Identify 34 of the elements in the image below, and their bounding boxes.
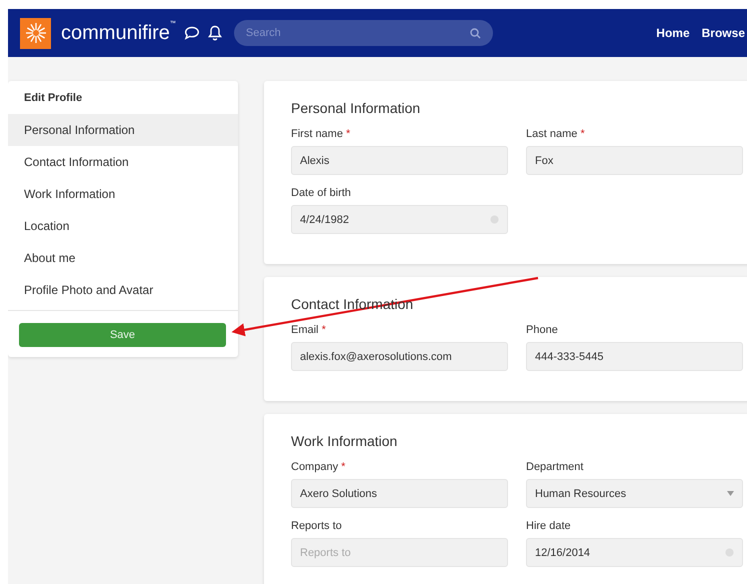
section-title: Personal Information <box>291 100 420 116</box>
field-label: Phone <box>526 324 559 336</box>
nav-link[interactable]: Home <box>656 26 690 40</box>
input-field[interactable]: 444-333-5445 <box>526 342 743 371</box>
input-field[interactable]: Alexis <box>291 146 508 175</box>
field-label: Email * <box>291 324 327 336</box>
input-field[interactable]: 4/24/1982 <box>291 205 508 234</box>
logo-icon[interactable] <box>20 18 51 48</box>
field-label: Hire date <box>526 520 572 532</box>
sidebar-item[interactable]: Profile Photo and Avatar <box>8 274 238 306</box>
sidebar-item[interactable]: Work Information <box>8 178 238 210</box>
section-title: Work Information <box>291 433 398 449</box>
caret-icon <box>727 491 734 496</box>
field-label: Department <box>526 461 584 473</box>
field-label: Date of birth <box>291 187 352 199</box>
field-label: Company * <box>291 461 346 473</box>
chat-icon[interactable] <box>184 26 200 40</box>
bell-icon[interactable] <box>208 25 222 41</box>
sidebar-title: Edit Profile <box>23 91 84 106</box>
input-field[interactable]: alexis.fox@axerosolutions.com <box>291 342 508 371</box>
input-field[interactable]: Axero Solutions <box>291 479 508 508</box>
search-icon[interactable] <box>470 28 481 38</box>
sidebar-item[interactable]: Personal Information <box>8 114 238 146</box>
field-label: Reports to <box>291 520 343 532</box>
dropdown[interactable]: Human Resources <box>526 479 743 508</box>
sidebar-item[interactable]: Contact Information <box>8 146 238 178</box>
input-field[interactable]: 12/16/2014 <box>526 538 743 567</box>
nav-link[interactable]: Browse <box>702 26 745 40</box>
field-label: Last name * <box>526 128 586 140</box>
sidebar-item[interactable]: About me <box>8 242 238 274</box>
input-field[interactable]: Fox <box>526 146 743 175</box>
sidebar-item[interactable]: Location <box>8 210 238 242</box>
logo-text[interactable]: communifire <box>61 22 170 44</box>
field-label: First name * <box>291 128 352 140</box>
